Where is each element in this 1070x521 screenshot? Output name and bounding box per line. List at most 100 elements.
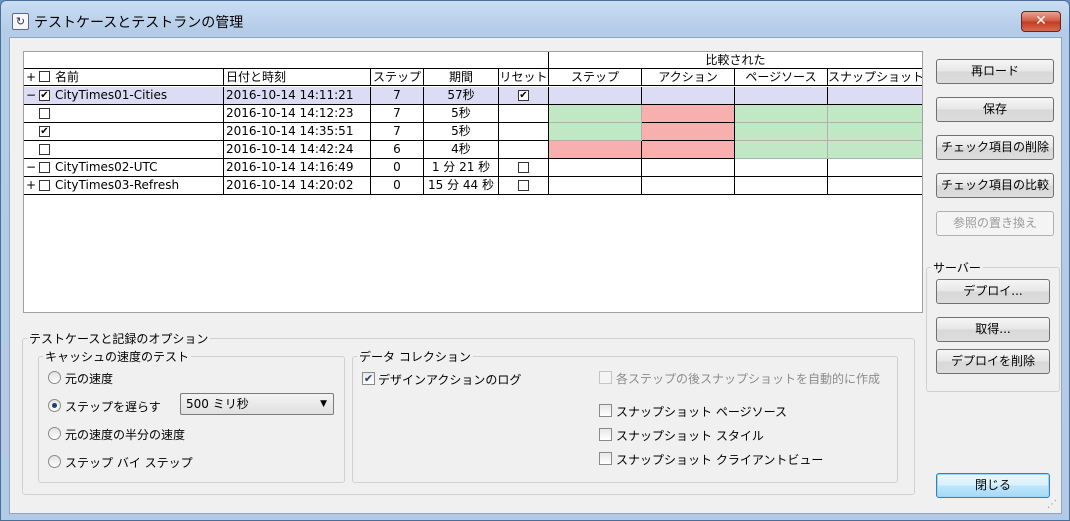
compare-result-cell[interactable] [549, 141, 642, 159]
title-bar[interactable]: ↻ テストケースとテストランの管理 ✕ [1, 1, 1069, 37]
name-column-header[interactable]: + 名前 [24, 69, 224, 86]
row-datetime-cell[interactable]: 2016-10-14 14:12:23 [224, 105, 371, 123]
compare-snapshot-column-header[interactable]: スナップショット [828, 69, 922, 86]
snapshot-page-source-label[interactable]: スナップショット ページソース [616, 403, 787, 420]
half-speed-label[interactable]: 元の速度の半分の速度 [65, 426, 185, 443]
row-checkbox[interactable]: ✔ [39, 90, 50, 101]
row-duration-cell[interactable]: 5秒 [424, 123, 499, 141]
delete-deploy-button[interactable]: デプロイを削除 [936, 349, 1050, 374]
row-duration-cell[interactable]: 15 分 44 秒 [424, 177, 499, 195]
row-reset-cell[interactable] [499, 141, 549, 159]
row-datetime-cell[interactable]: 2016-10-14 14:16:49 [224, 159, 371, 177]
snapshot-style-label[interactable]: スナップショット スタイル [616, 427, 764, 444]
expand-all-toggle[interactable]: + [26, 69, 36, 85]
row-expander[interactable]: − [26, 87, 36, 103]
compare-checked-button[interactable]: チェック項目の比較 [936, 173, 1054, 198]
step-by-step-radio[interactable] [48, 455, 61, 468]
reset-column-header[interactable]: リセット [499, 69, 549, 86]
slow-steps-radio[interactable] [48, 399, 61, 412]
row-reset-cell[interactable] [499, 159, 549, 177]
auto-snapshot-checkbox[interactable] [599, 371, 612, 384]
compare-result-cell[interactable] [642, 177, 735, 195]
row-duration-cell[interactable]: 57秒 [424, 87, 499, 105]
reload-button[interactable]: 再ロード [936, 59, 1054, 84]
snapshot-page-source-checkbox[interactable] [599, 404, 612, 417]
deploy-button[interactable]: デプロイ... [936, 279, 1050, 304]
compare-result-cell[interactable] [828, 177, 922, 195]
snapshot-client-view-checkbox[interactable] [599, 452, 612, 465]
row-name-cell[interactable] [24, 105, 224, 123]
replace-reference-button[interactable]: 参照の置き換え [936, 211, 1054, 236]
compare-result-cell[interactable] [549, 123, 642, 141]
row-datetime-cell[interactable]: 2016-10-14 14:11:21 [224, 87, 371, 105]
compare-result-cell[interactable] [828, 123, 922, 141]
reset-checkbox[interactable] [518, 162, 529, 173]
row-name-cell[interactable]: − CityTimes02-UTC [24, 159, 224, 177]
row-steps-cell[interactable]: 7 [371, 105, 424, 123]
row-reset-cell[interactable]: ✔ [499, 87, 549, 105]
compare-result-cell[interactable] [735, 177, 828, 195]
compare-result-cell[interactable] [735, 87, 828, 105]
row-expander[interactable]: + [26, 177, 36, 193]
reset-checkbox[interactable]: ✔ [518, 90, 529, 101]
compare-result-cell[interactable] [549, 87, 642, 105]
delete-checked-button[interactable]: チェック項目の削除 [936, 135, 1054, 160]
compare-result-cell[interactable] [549, 159, 642, 177]
row-datetime-cell[interactable]: 2016-10-14 14:35:51 [224, 123, 371, 141]
compare-result-cell[interactable] [735, 123, 828, 141]
half-speed-radio[interactable] [48, 427, 61, 440]
row-expander[interactable]: − [26, 159, 36, 175]
compare-actions-column-header[interactable]: アクション [642, 69, 735, 86]
snapshot-style-checkbox[interactable] [599, 428, 612, 441]
row-datetime-cell[interactable]: 2016-10-14 14:42:24 [224, 141, 371, 159]
compare-steps-column-header[interactable]: ステップ [549, 69, 642, 86]
log-design-actions-checkbox[interactable]: ✔ [362, 372, 375, 385]
row-name-cell[interactable]: − ✔ CityTimes01-Cities [24, 87, 224, 105]
compare-result-cell[interactable] [549, 177, 642, 195]
duration-column-header[interactable]: 期間 [424, 69, 499, 86]
row-datetime-cell[interactable]: 2016-10-14 14:20:02 [224, 177, 371, 195]
compare-result-cell[interactable] [642, 123, 735, 141]
row-reset-cell[interactable] [499, 123, 549, 141]
test-runs-grid[interactable]: 比較された + 名前 日付と時刻 ステップ 期間 リセット ステップ アクション… [23, 51, 923, 313]
delay-select[interactable]: 500 ミリ秒 ▼ [180, 393, 334, 415]
save-button[interactable]: 保存 [936, 97, 1054, 122]
steps-column-header[interactable]: ステップ [371, 69, 424, 86]
row-name-cell[interactable] [24, 141, 224, 159]
compare-result-cell[interactable] [735, 159, 828, 177]
auto-snapshot-label[interactable]: 各ステップの後スナップショットを自動的に作成 [616, 370, 880, 387]
check-all-checkbox[interactable] [39, 71, 50, 82]
compare-result-cell[interactable] [642, 105, 735, 123]
row-checkbox[interactable] [39, 108, 50, 119]
row-steps-cell[interactable]: 0 [371, 177, 424, 195]
compare-result-cell[interactable] [828, 87, 922, 105]
close-button[interactable]: 閉じる [936, 473, 1050, 498]
compare-result-cell[interactable] [828, 159, 922, 177]
compare-result-cell[interactable] [642, 159, 735, 177]
compare-result-cell[interactable] [828, 105, 922, 123]
resize-grip-icon[interactable]: ⋰ [1047, 499, 1059, 511]
compare-result-cell[interactable] [735, 141, 828, 159]
slow-steps-label[interactable]: ステップを遅らす [65, 398, 161, 415]
compare-result-cell[interactable] [828, 141, 922, 159]
row-checkbox[interactable] [39, 144, 50, 155]
original-speed-radio[interactable] [48, 371, 61, 384]
row-checkbox[interactable] [39, 162, 50, 173]
close-window-button[interactable]: ✕ [1021, 11, 1061, 32]
row-checkbox[interactable]: ✔ [39, 126, 50, 137]
row-steps-cell[interactable]: 6 [371, 141, 424, 159]
row-name-cell[interactable]: + CityTimes03-Refresh [24, 177, 224, 195]
row-steps-cell[interactable]: 7 [371, 87, 424, 105]
retrieve-button[interactable]: 取得... [936, 317, 1050, 342]
datetime-column-header[interactable]: 日付と時刻 [224, 69, 371, 86]
compare-result-cell[interactable] [549, 105, 642, 123]
row-checkbox[interactable] [39, 180, 50, 191]
row-reset-cell[interactable] [499, 177, 549, 195]
row-steps-cell[interactable]: 7 [371, 123, 424, 141]
reset-checkbox[interactable] [518, 180, 529, 191]
row-reset-cell[interactable] [499, 105, 549, 123]
row-duration-cell[interactable]: 1 分 21 秒 [424, 159, 499, 177]
row-duration-cell[interactable]: 5秒 [424, 105, 499, 123]
compare-page-source-column-header[interactable]: ページソース [735, 69, 828, 86]
step-by-step-label[interactable]: ステップ バイ ステップ [65, 454, 193, 471]
